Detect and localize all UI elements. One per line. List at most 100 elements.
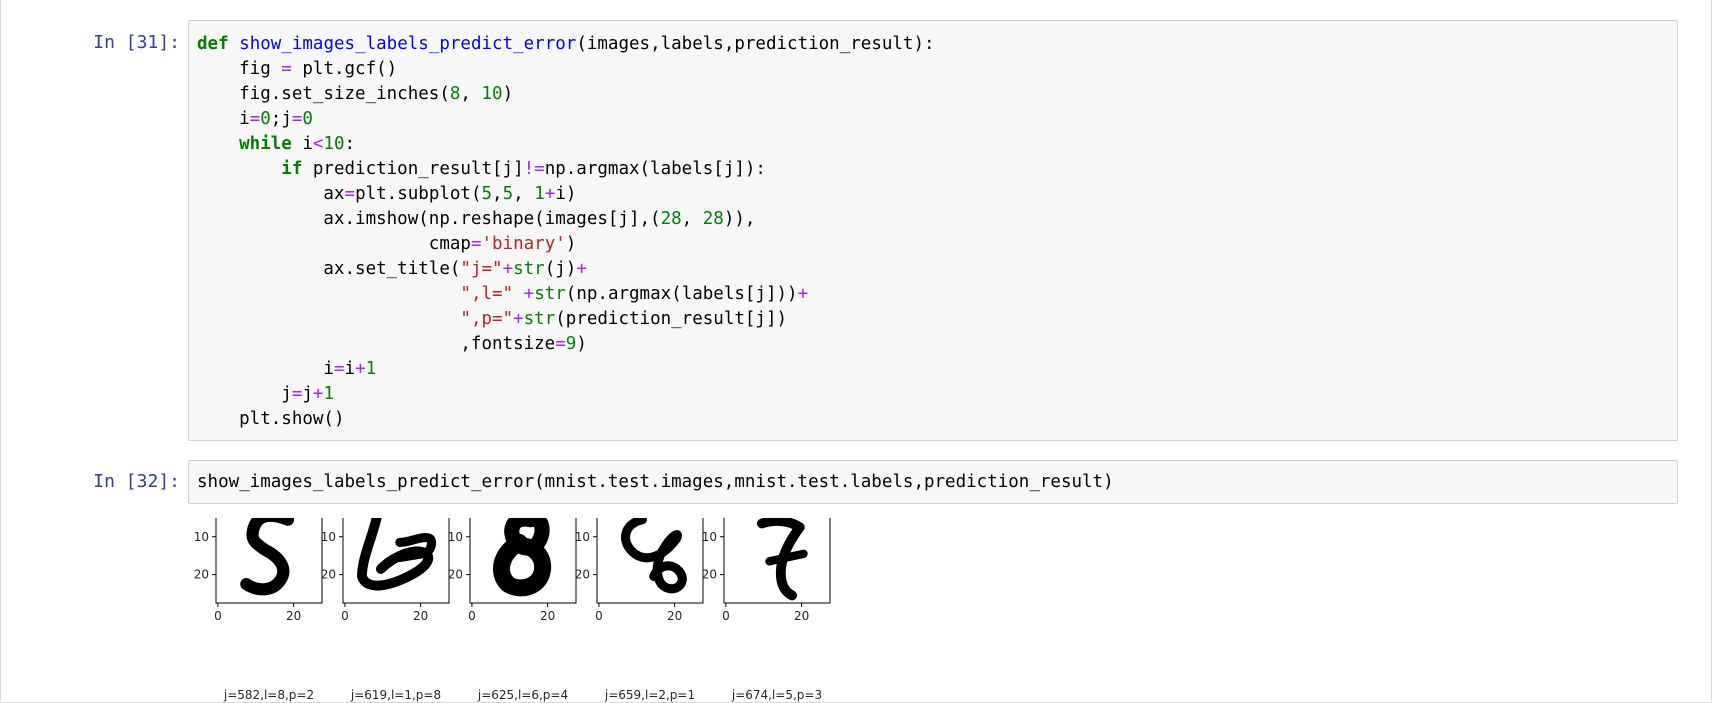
code-line: ",p="+str(prediction_result[j]) — [197, 309, 787, 329]
code-line: i=i+1 — [197, 359, 376, 379]
code-input-area[interactable]: def show_images_labels_predict_error(ima… — [188, 20, 1678, 441]
code-token: = — [249, 109, 261, 129]
code-token: fig.set_size_inches( — [197, 84, 450, 104]
code-token: 28 — [660, 209, 682, 229]
code-token: i — [197, 359, 334, 379]
code-token: def — [197, 34, 240, 54]
code-token: 5 — [481, 184, 493, 204]
code-token: show_images_labels_predict_error(mnist.t… — [197, 472, 1114, 492]
code-token: i — [344, 359, 356, 379]
code-token: 5 — [502, 184, 514, 204]
code-line: ax.imshow(np.reshape(images[j],(28, 28))… — [197, 209, 755, 229]
code-line: j=j+1 — [197, 384, 334, 404]
x-tick-label: 20 — [413, 609, 428, 623]
x-tick-label: 20 — [540, 609, 555, 623]
code-token: 10 — [481, 84, 503, 104]
code-token: + — [523, 284, 535, 304]
x-tick-label: 0 — [722, 609, 730, 623]
code-line: ax.set_title("j="+str(j)+ — [197, 259, 587, 279]
code-token: , — [681, 209, 703, 229]
code-token: + — [355, 359, 366, 379]
subplot-title-next-row: j=582,l=8,p=2 — [223, 688, 314, 702]
code-token: != — [523, 159, 545, 179]
cell-prompt: In [31]: — [93, 32, 180, 53]
x-tick-label: 0 — [595, 609, 603, 623]
code-token: + — [502, 259, 514, 279]
code-token: + — [544, 184, 556, 204]
subplot-title-next-row: j=619,l=1,p=8 — [350, 688, 441, 702]
code-token: = — [344, 184, 356, 204]
code-line: ax=plt.subplot(5,5, 1+i) — [197, 184, 576, 204]
code-token: ,fontsize — [197, 334, 556, 354]
code-token: while — [197, 134, 292, 154]
code-token: str — [534, 284, 566, 304]
y-tick-label: 10 — [194, 530, 209, 544]
code-token: 'binary' — [481, 234, 566, 254]
code-line: fig = plt.gcf() — [197, 59, 397, 79]
code-token: , — [460, 84, 482, 104]
code-token: (prediction_result[j]) — [555, 309, 788, 329]
x-tick-label: 0 — [214, 609, 222, 623]
code-token: fig — [197, 59, 282, 79]
y-tick-label: 20 — [702, 568, 717, 582]
subplot-title-next-row: j=674,l=5,p=3 — [731, 688, 822, 702]
code-line: plt.show() — [197, 409, 345, 429]
code-line: ",l=" +str(np.argmax(labels[j]))+ — [197, 284, 808, 304]
code-token: ) — [576, 334, 587, 354]
code-token: (images,labels,prediction_result): — [576, 34, 935, 54]
cell-prompt: In [32]: — [93, 471, 180, 492]
code-token: plt.gcf() — [291, 59, 398, 79]
code-line: fig.set_size_inches(8, 10) — [197, 84, 513, 104]
y-tick-label: 10 — [448, 530, 463, 544]
code-token: if — [197, 159, 303, 179]
code-token: ) — [565, 234, 577, 254]
y-tick-label: 20 — [194, 568, 209, 582]
y-tick-label: 20 — [448, 568, 463, 582]
code-token: np.argmax(labels[j]): — [544, 159, 766, 179]
code-line: while i<10: — [197, 134, 355, 154]
subplot-title-next-row: j=659,l=2,p=1 — [604, 688, 695, 702]
code-token: + — [312, 384, 324, 404]
code-token: 1 — [365, 359, 377, 379]
code-token: + — [797, 284, 809, 304]
code-line: cmap='binary') — [197, 234, 577, 254]
x-tick-label: 20 — [794, 609, 809, 623]
code-token: : — [344, 134, 356, 154]
code-token: (np.argmax(labels[j])) — [565, 284, 798, 304]
code-token: (j) — [544, 259, 577, 279]
code-token: ",l=" — [460, 284, 514, 304]
code-editor[interactable]: def show_images_labels_predict_error(ima… — [189, 21, 1677, 432]
code-input-area[interactable]: show_images_labels_predict_error(mnist.t… — [188, 460, 1678, 504]
code-token: i) — [555, 184, 577, 204]
code-token: , — [513, 184, 535, 204]
code-token: 1 — [323, 384, 335, 404]
code-token: show_images_labels_predict_error — [239, 34, 577, 54]
code-token: = — [291, 384, 303, 404]
subplot-title-next-row: j=625,l=6,p=4 — [477, 688, 568, 702]
code-line: ,fontsize=9) — [197, 334, 587, 354]
code-token: + — [513, 309, 524, 329]
x-tick-label: 20 — [286, 609, 301, 623]
code-token: ) — [502, 84, 514, 104]
code-token: , — [492, 184, 503, 204]
x-tick-label: 0 — [341, 609, 349, 623]
y-tick-label: 10 — [702, 530, 717, 544]
code-token: j — [302, 384, 313, 404]
code-line: show_images_labels_predict_error(mnist.t… — [197, 472, 1114, 492]
matplotlib-figure: j=340,l=5,p=301020020j=445,l=6,p=0010200… — [194, 518, 831, 702]
code-token: = — [291, 109, 303, 129]
cell-output-figure: j=340,l=5,p=301020020j=445,l=6,p=0010200… — [0, 518, 1712, 703]
code-token: i — [197, 109, 250, 129]
code-token: cmap — [197, 234, 471, 254]
code-token: )), — [723, 209, 756, 229]
y-tick-label: 20 — [321, 568, 336, 582]
code-token: plt.show() — [197, 409, 345, 429]
code-token: 10 — [323, 134, 345, 154]
code-token: + — [576, 259, 587, 279]
code-token: i — [291, 134, 313, 154]
code-editor[interactable]: show_images_labels_predict_error(mnist.t… — [189, 461, 1677, 495]
code-line: if prediction_result[j]!=np.argmax(label… — [197, 159, 766, 179]
code-token: str — [513, 259, 545, 279]
